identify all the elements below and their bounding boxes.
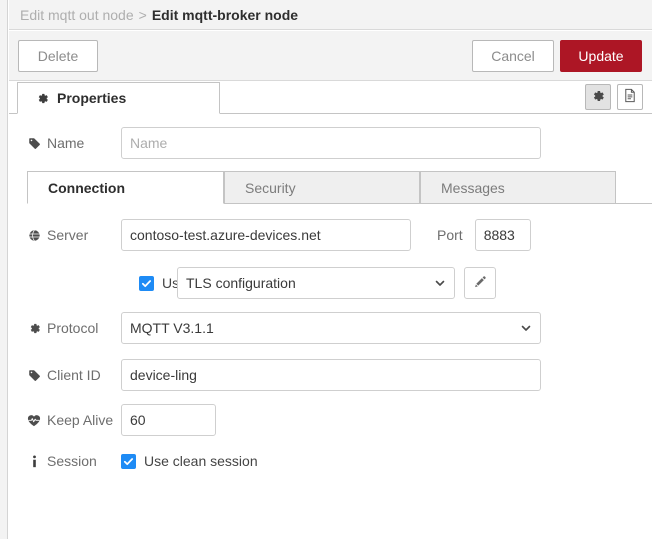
tab-properties[interactable]: Properties bbox=[17, 82, 220, 114]
keep-alive-input[interactable] bbox=[121, 404, 216, 436]
breadcrumb-separator: > bbox=[138, 6, 147, 23]
breadcrumb-current: Edit mqtt-broker node bbox=[151, 6, 299, 23]
label-session-text: Session bbox=[47, 453, 97, 469]
label-session: Session bbox=[9, 453, 121, 469]
left-gutter-strip bbox=[0, 0, 8, 539]
label-name: Name bbox=[9, 135, 121, 151]
clean-session-label: Use clean session bbox=[144, 453, 258, 469]
tab-properties-label: Properties bbox=[57, 90, 127, 106]
edit-tls-config-button[interactable] bbox=[464, 267, 496, 299]
client-id-input[interactable] bbox=[121, 359, 541, 391]
clean-session-checkbox[interactable] bbox=[121, 453, 136, 469]
label-keep-alive-text: Keep Alive bbox=[47, 412, 114, 428]
row-keep-alive: Keep Alive bbox=[9, 404, 652, 436]
use-tls-group: Use TLS bbox=[9, 275, 216, 291]
tab-security[interactable]: Security bbox=[224, 171, 420, 204]
gear-icon bbox=[36, 92, 49, 105]
label-protocol-text: Protocol bbox=[47, 320, 99, 336]
properties-form: Name Connection Security Messages bbox=[9, 114, 652, 539]
name-input[interactable] bbox=[121, 127, 541, 159]
breadcrumb-previous[interactable]: Edit mqtt out node bbox=[20, 7, 134, 23]
delete-button[interactable]: Delete bbox=[18, 40, 98, 72]
tag-icon bbox=[27, 137, 41, 150]
tab-messages-label: Messages bbox=[441, 179, 505, 196]
use-tls-checkbox[interactable] bbox=[139, 275, 154, 291]
row-client-id: Client ID bbox=[9, 359, 652, 391]
label-server: Server bbox=[9, 227, 121, 243]
tab-connection[interactable]: Connection bbox=[27, 171, 224, 204]
tls-config-select[interactable]: TLS configuration bbox=[177, 267, 455, 299]
label-keep-alive: Keep Alive bbox=[9, 412, 121, 428]
edit-mqtt-broker-dialog: Edit mqtt out node > Edit mqtt-broker no… bbox=[0, 0, 652, 539]
node-help-button[interactable] bbox=[617, 84, 643, 110]
breadcrumb: Edit mqtt out node > Edit mqtt-broker no… bbox=[9, 0, 652, 30]
port-input[interactable] bbox=[474, 219, 531, 251]
connection-tab-bar: Connection Security Messages bbox=[27, 171, 652, 204]
label-protocol: Protocol bbox=[9, 320, 121, 336]
tls-config-select-wrapper: TLS configuration bbox=[177, 267, 455, 299]
row-server: Server Port bbox=[9, 219, 652, 251]
row-protocol: Protocol MQTT V3.1.1 bbox=[9, 312, 652, 344]
update-button[interactable]: Update bbox=[560, 40, 642, 72]
row-name: Name bbox=[9, 127, 652, 159]
label-port: Port bbox=[437, 227, 463, 243]
row-session: Session Use clean session bbox=[9, 449, 652, 473]
dialog-action-bar: Delete Cancel Update bbox=[9, 31, 652, 81]
dialog-panel: Edit mqtt out node > Edit mqtt-broker no… bbox=[9, 0, 652, 539]
heartbeat-icon bbox=[27, 414, 41, 427]
row-tls: Use TLS TLS configuration bbox=[9, 267, 652, 299]
info-icon bbox=[27, 454, 41, 468]
tag-icon bbox=[27, 369, 41, 382]
tab-connection-label: Connection bbox=[48, 179, 125, 196]
server-input[interactable] bbox=[121, 219, 411, 251]
pencil-icon bbox=[473, 275, 487, 292]
label-name-text: Name bbox=[47, 135, 85, 151]
gear-icon bbox=[591, 89, 605, 106]
document-icon bbox=[623, 88, 637, 106]
protocol-select-wrapper: MQTT V3.1.1 bbox=[121, 312, 541, 344]
clean-session-group: Use clean session bbox=[121, 453, 258, 469]
node-settings-button[interactable] bbox=[585, 84, 611, 110]
gear-icon bbox=[27, 322, 41, 335]
cancel-button[interactable]: Cancel bbox=[472, 40, 554, 72]
globe-icon bbox=[27, 229, 41, 242]
tab-messages[interactable]: Messages bbox=[420, 171, 616, 204]
outer-tab-bar: Properties bbox=[9, 82, 652, 114]
label-client-id-text: Client ID bbox=[47, 367, 101, 383]
label-server-text: Server bbox=[47, 227, 89, 243]
protocol-select[interactable]: MQTT V3.1.1 bbox=[121, 312, 541, 344]
label-client-id: Client ID bbox=[9, 367, 121, 383]
tab-security-label: Security bbox=[245, 179, 296, 196]
